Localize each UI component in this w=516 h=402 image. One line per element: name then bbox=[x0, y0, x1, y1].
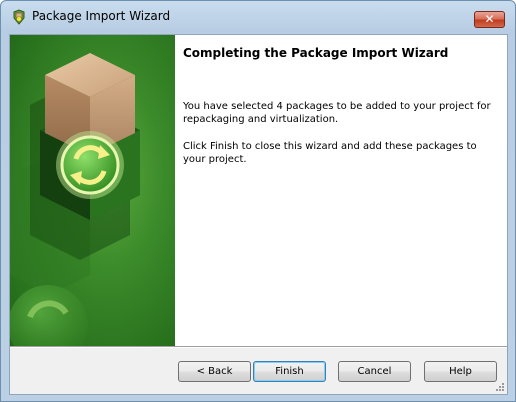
close-button[interactable]: ✕ bbox=[474, 11, 505, 28]
wizard-side-graphic bbox=[10, 35, 175, 346]
title-bar[interactable]: Package Import Wizard ✕ bbox=[1, 1, 515, 31]
cancel-button[interactable]: Cancel bbox=[338, 361, 411, 382]
wizard-content: Completing the Package Import Wizard You… bbox=[175, 35, 507, 346]
finish-button[interactable]: Finish bbox=[253, 361, 326, 382]
resize-grip-icon[interactable] bbox=[495, 382, 505, 392]
page-title: Completing the Package Import Wizard bbox=[183, 46, 449, 60]
wizard-window: Package Import Wizard ✕ Completing the P… bbox=[0, 0, 516, 402]
wizard-client-area: Completing the Package Import Wizard You… bbox=[9, 34, 508, 395]
back-button[interactable]: < Back bbox=[178, 361, 251, 382]
package-graphic bbox=[10, 53, 140, 346]
instruction-text: Click Finish to close this wizard and ad… bbox=[183, 141, 477, 165]
wizard-app-icon bbox=[11, 9, 27, 25]
close-icon: ✕ bbox=[484, 12, 495, 26]
summary-text: You have selected 4 packages to be added… bbox=[183, 101, 491, 125]
window-title: Package Import Wizard bbox=[32, 9, 171, 23]
footer-divider bbox=[10, 346, 507, 348]
help-button[interactable]: Help bbox=[424, 361, 497, 382]
